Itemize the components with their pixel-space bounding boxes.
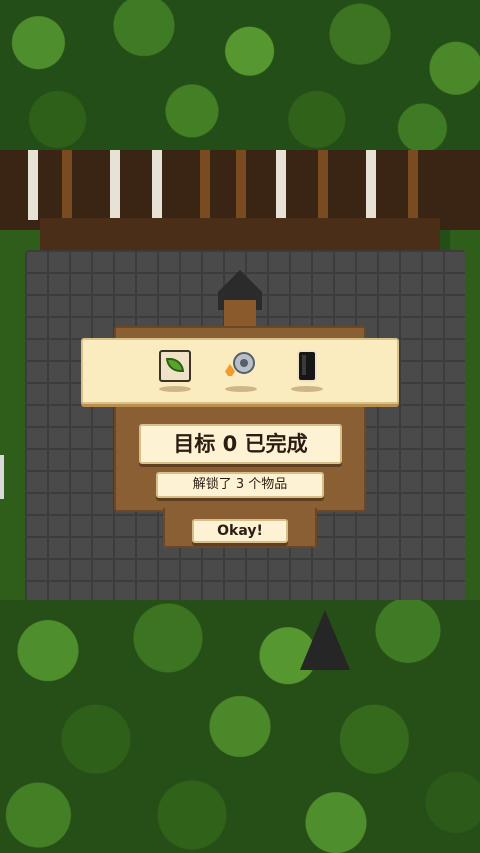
okay-button[interactable]: Okay! bbox=[192, 519, 288, 543]
leaf-icon bbox=[166, 358, 184, 372]
birch-trunk bbox=[152, 150, 162, 220]
gear-spark-icon bbox=[225, 350, 257, 380]
tree-trunk bbox=[318, 150, 328, 220]
birch-trunk bbox=[28, 150, 38, 220]
birch-trunk bbox=[110, 150, 120, 220]
unlocked-items-bar bbox=[81, 338, 399, 404]
leaf-card-icon bbox=[159, 350, 191, 382]
tree-trunk bbox=[408, 150, 418, 220]
birch-trunk bbox=[276, 150, 286, 220]
tree-trunk bbox=[62, 150, 72, 220]
gear-icon bbox=[233, 352, 255, 374]
goal-complete-text: 目标 0 已完成 bbox=[139, 424, 342, 464]
tree-trunk bbox=[236, 150, 246, 220]
item-slot bbox=[289, 348, 325, 392]
dark-block-icon bbox=[297, 350, 317, 382]
tree-trunk bbox=[200, 150, 210, 220]
edge-handle[interactable] bbox=[0, 455, 4, 499]
unlock-count-text: 解锁了 3 个物品 bbox=[156, 472, 324, 498]
item-slot bbox=[157, 348, 193, 392]
birch-trunk bbox=[366, 150, 376, 220]
bottom-forest bbox=[0, 600, 480, 853]
item-slot bbox=[223, 348, 259, 392]
